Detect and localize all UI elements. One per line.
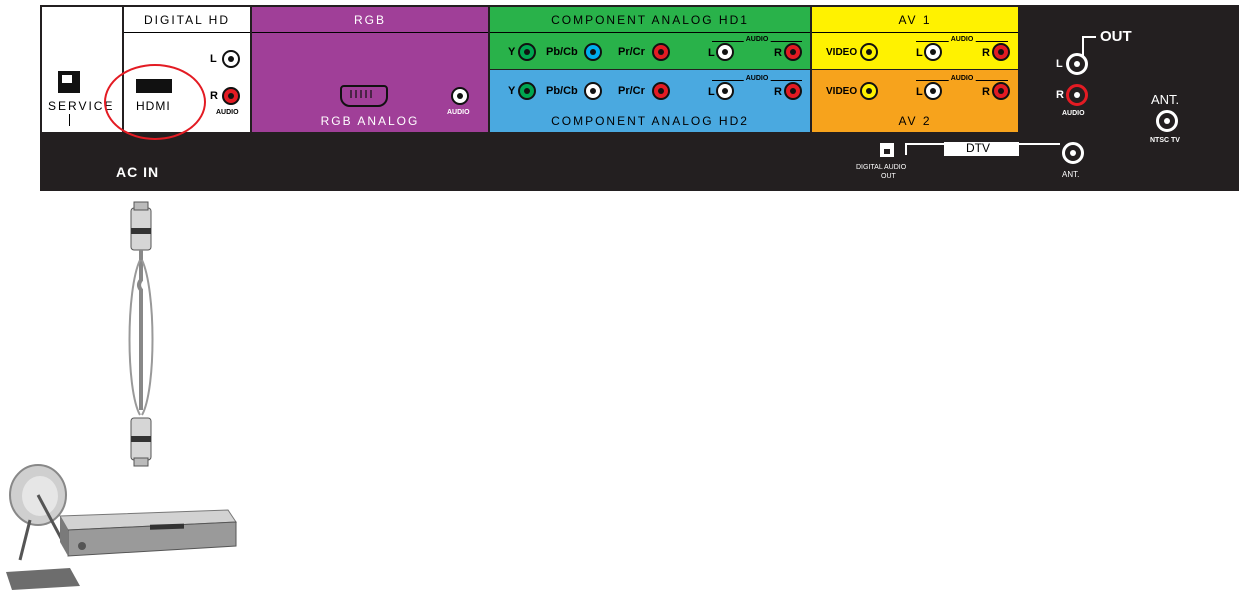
av1-left-jack[interactable] [924,43,942,61]
component2-audio-bar: AUDIO [712,75,802,82]
digital-hd-left-jack[interactable] [222,50,240,68]
out-right-label: R [1056,89,1064,101]
component1-pb-jack[interactable] [584,43,602,61]
component1-audio-label: AUDIO [743,36,771,43]
component2-left-label: L [708,86,715,98]
hdmi-plug-top-band [131,228,151,234]
digital-hd-right-jack[interactable] [222,87,240,105]
av2-left-label: L [916,86,923,98]
out-right-jack[interactable] [1066,84,1088,106]
component2-pr-jack[interactable] [652,82,670,100]
vga-port-pins [350,90,374,98]
av2-right-label: R [982,86,990,98]
av2-video-label: VIDEO [826,86,858,97]
digital-hd-header: DIGITAL HD [124,7,250,33]
hdmi-plug-bottom-band [131,436,151,442]
av2-video-jack[interactable] [860,82,878,100]
component2-y-jack[interactable] [518,82,536,100]
component2-pr-label: Pr/Cr [618,85,645,97]
hdmi-highlight-circle [104,64,206,140]
av2-footer: AV 2 [898,114,932,128]
component1-audio-bar: AUDIO [712,36,802,43]
av1-audio-label: AUDIO [948,36,976,43]
satellite-dish-base [6,568,80,590]
hdmi-cable-wire-right [141,259,154,416]
component1-pr-label: Pr/Cr [618,46,645,58]
component1-left-jack[interactable] [716,43,734,61]
digital-audio-out-port-inner [884,149,890,154]
component2-pb-jack[interactable] [584,82,602,100]
antenna-sub-label: NTSC TV [1150,137,1180,144]
component1-right-label: R [774,47,782,59]
av1-right-label: R [982,47,990,59]
component2-y-label: Y [508,85,516,97]
component1-header: COMPONENT ANALOG HD1 [490,7,810,33]
ac-in-label: AC IN [116,164,160,180]
out-bracket-vert [1082,36,1084,56]
component2-audio-label: AUDIO [743,75,771,82]
digital-hd-audio-label: AUDIO [216,109,239,116]
component2-right-jack[interactable] [784,82,802,100]
component1-pr-jack[interactable] [652,43,670,61]
rgb-section: RGB AUDIO RGB ANALOG [252,7,488,132]
av1-audio-bar: AUDIO [916,36,1008,43]
component1-y-label: Y [508,46,516,58]
out-left-label: L [1056,58,1063,70]
antenna-ntsc-jack[interactable] [1156,110,1178,132]
out-audio-label: AUDIO [1062,110,1085,117]
component2-footer: COMPONENT ANALOG HD2 [551,114,749,128]
out-title: OUT [1100,28,1132,45]
digital-audio-label-2: OUT [881,173,896,180]
av1-left-label: L [916,47,923,59]
component2-section: Y Pb/Cb Pr/Cr AUDIO L R COMPONENT ANALOG… [490,70,810,132]
service-port-inner [62,75,72,83]
service-tick [69,114,70,126]
av1-header: AV 1 [812,7,1018,33]
rgb-audio-jack[interactable] [451,87,469,105]
av2-audio-bar: AUDIO [916,75,1008,82]
hdmi-cable-wire [137,250,143,410]
component1-y-jack[interactable] [518,43,536,61]
component1-section: COMPONENT ANALOG HD1 Y Pb/Cb Pr/Cr AUDIO… [490,7,810,69]
rgb-header: RGB [252,7,488,33]
dtv-label: DTV [966,141,990,155]
antenna-dtv-jack[interactable] [1062,142,1084,164]
antenna-label: ANT. [1151,92,1180,107]
out-bracket-horiz [1082,36,1096,38]
av2-right-jack[interactable] [992,82,1010,100]
av2-left-jack[interactable] [924,82,942,100]
satellite-receiver-illustration [6,464,237,590]
component1-pb-label: Pb/Cb [546,46,578,58]
component2-right-label: R [774,86,782,98]
digital-audio-label-1: DIGITAL AUDIO [856,164,907,171]
ant-bottom-label: ANT. [1062,170,1080,179]
av2-audio-label: AUDIO [948,75,976,82]
component1-right-jack[interactable] [784,43,802,61]
av1-section: AV 1 VIDEO AUDIO L R [812,7,1018,69]
digital-hd-right-label: R [210,90,218,102]
av1-video-label: VIDEO [826,47,858,58]
av1-video-jack[interactable] [860,43,878,61]
component2-pb-label: Pb/Cb [546,85,578,97]
component1-left-label: L [708,47,715,59]
digital-hd-left-label: L [210,53,217,65]
out-left-jack[interactable] [1066,53,1088,75]
receiver-knob [78,542,86,550]
component2-left-jack[interactable] [716,82,734,100]
satellite-dish-mast [18,519,32,561]
av2-section: VIDEO AUDIO L R AV 2 [812,70,1018,132]
hdmi-plug-top-tip [133,201,149,211]
hdmi-cable [128,201,154,467]
av1-right-jack[interactable] [992,43,1010,61]
rgb-footer: RGB ANALOG [320,114,420,128]
